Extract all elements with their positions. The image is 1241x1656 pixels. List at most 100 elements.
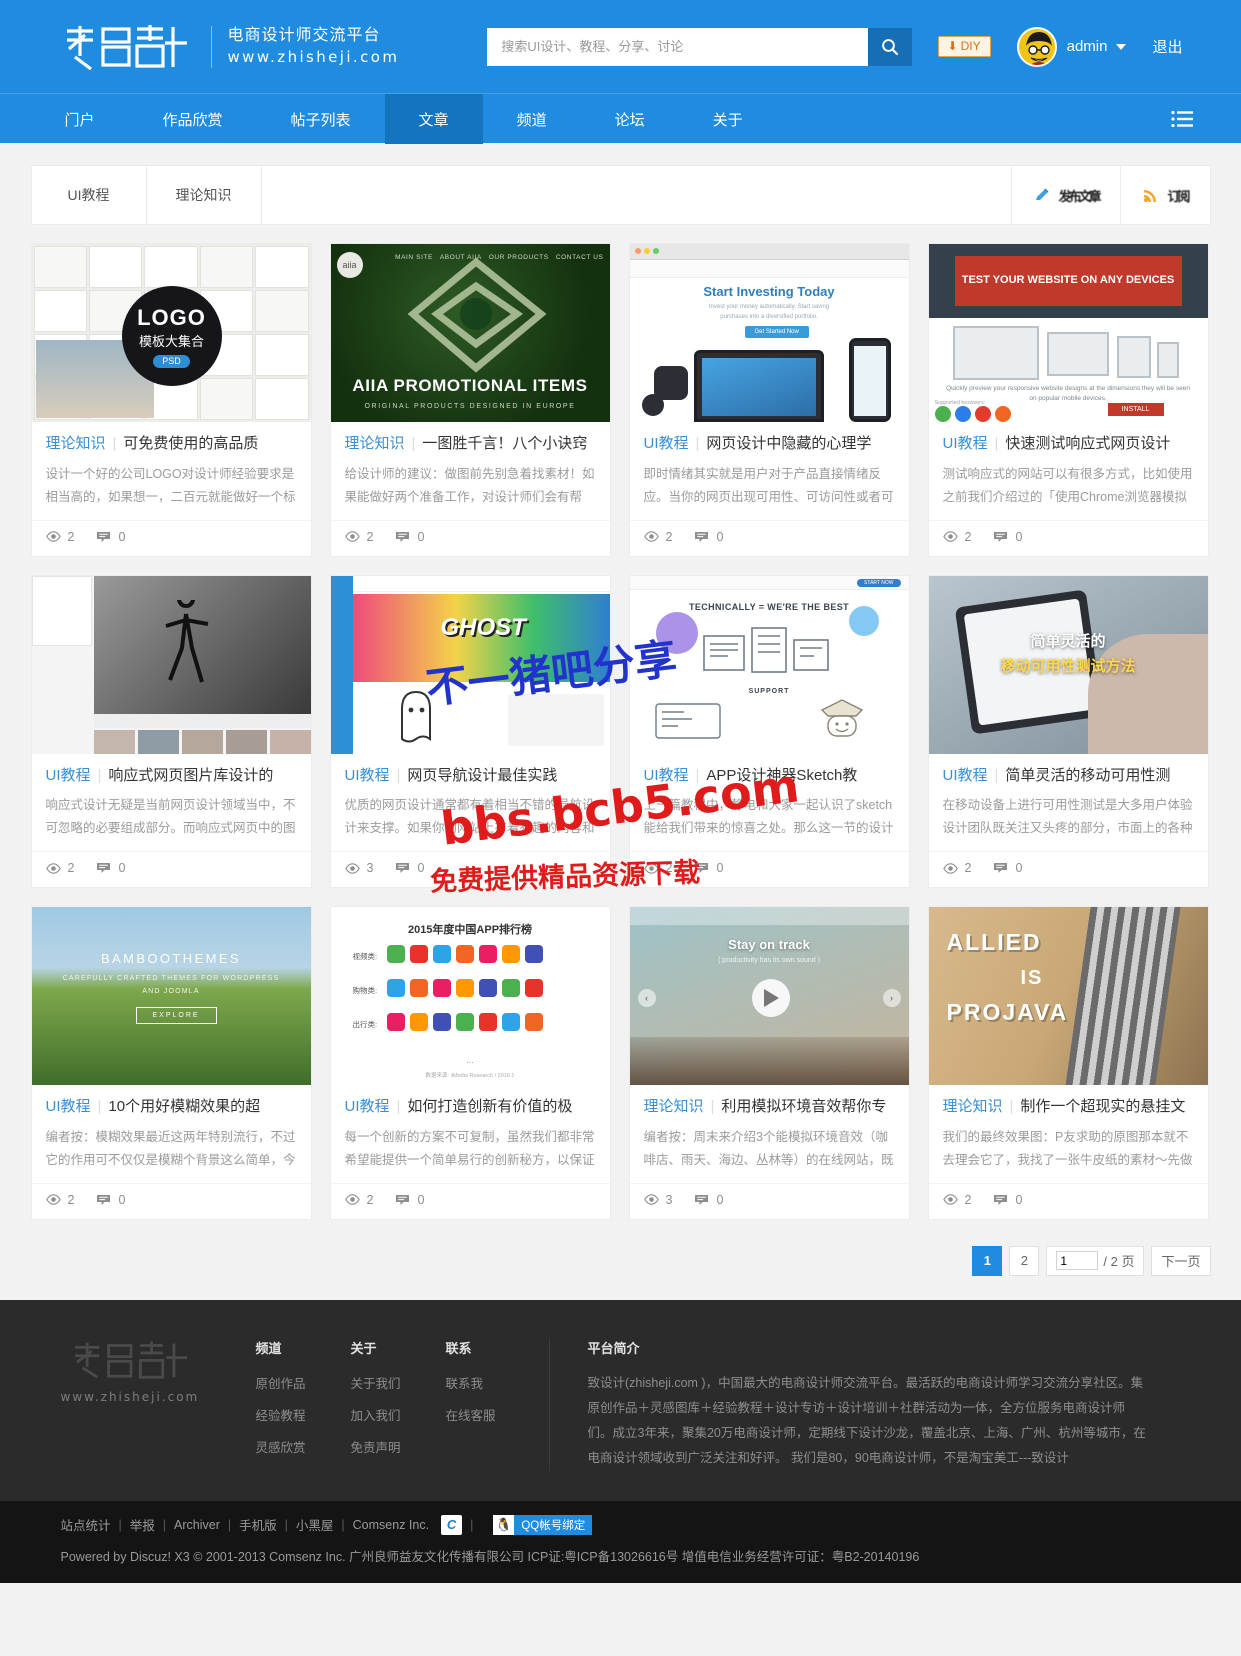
- search-box[interactable]: [487, 27, 913, 66]
- article-category[interactable]: 理论知识: [345, 434, 405, 454]
- article-card[interactable]: aiia MAIN SITE ABOUT AIIA OUR PRODUCTS C…: [329, 243, 611, 557]
- article-title[interactable]: 一图胜千言！八个小诀窍: [422, 434, 587, 454]
- diy-button[interactable]: ⬇ DIY: [937, 36, 991, 57]
- next-page-button[interactable]: 下一页: [1151, 1245, 1211, 1276]
- article-title-row[interactable]: 理论知识 | 利用模拟环境音效帮你专: [644, 1097, 895, 1117]
- nav-item-1[interactable]: 作品欣赏: [129, 94, 257, 144]
- article-category[interactable]: UI教程: [345, 1097, 390, 1117]
- article-category[interactable]: UI教程: [943, 766, 988, 786]
- list-menu-icon[interactable]: [1170, 94, 1211, 144]
- publish-article-button[interactable]: 发布文章: [1012, 166, 1122, 224]
- article-thumbnail[interactable]: 2015年度中国APP排行榜 视频类: 购物类: 出行类: ... 数据来源:: [330, 907, 610, 1085]
- footer-link[interactable]: 关于我们: [351, 1373, 446, 1392]
- footer-link[interactable]: 原创作品: [256, 1373, 351, 1392]
- article-title[interactable]: 快速测试响应式网页设计: [1005, 434, 1170, 454]
- cnzz-icon[interactable]: C: [441, 1514, 463, 1535]
- nav-item-0[interactable]: 门户: [31, 94, 129, 144]
- article-category[interactable]: 理论知识: [943, 1097, 1003, 1117]
- article-thumbnail[interactable]: 简单灵活的 移动可用性测试方法: [928, 575, 1208, 754]
- article-category[interactable]: 理论知识: [644, 1097, 704, 1117]
- article-title-row[interactable]: 理论知识 | 制作一个超现实的悬挂文: [943, 1097, 1194, 1117]
- nav-item-5[interactable]: 论坛: [581, 94, 679, 144]
- article-title[interactable]: 利用模拟环境音效帮你专: [721, 1097, 886, 1117]
- footer-link[interactable]: 加入我们: [351, 1405, 446, 1424]
- article-title-row[interactable]: UI教程 | 10个用好模糊效果的超: [46, 1097, 297, 1117]
- article-category[interactable]: UI教程: [46, 766, 91, 786]
- username-label[interactable]: admin: [1067, 38, 1108, 55]
- footer-link[interactable]: 在线客服: [446, 1405, 541, 1424]
- article-title[interactable]: 网页设计中隐藏的心理学: [706, 434, 871, 454]
- article-title[interactable]: 网页导航设计最佳实践: [407, 766, 557, 786]
- article-thumbnail[interactable]: aiia MAIN SITE ABOUT AIIA OUR PRODUCTS C…: [330, 244, 610, 422]
- page-jump-input[interactable]: [1056, 1251, 1099, 1270]
- article-title[interactable]: 10个用好模糊效果的超: [108, 1097, 260, 1117]
- tab-theory[interactable]: 理论知识: [147, 166, 262, 224]
- article-title-row[interactable]: UI教程 | 如何打造创新有价值的极: [345, 1097, 596, 1117]
- rss-subscribe-button[interactable]: 订阅: [1121, 166, 1209, 224]
- footer-bottom-link[interactable]: 手机版: [239, 1515, 277, 1534]
- nav-item-6[interactable]: 关于: [679, 94, 777, 144]
- footer-link[interactable]: 灵感欣赏: [256, 1437, 351, 1456]
- article-card[interactable]: TEST YOUR WEBSITE ON ANY DEVICES Quickly…: [927, 243, 1209, 557]
- footer-bottom-link[interactable]: Comsenz Inc.: [353, 1518, 429, 1532]
- avatar[interactable]: [1016, 26, 1057, 67]
- article-title[interactable]: 响应式网页图片库设计的: [108, 766, 273, 786]
- footer-link[interactable]: 经验教程: [256, 1405, 351, 1424]
- article-title-row[interactable]: 理论知识 | 一图胜千言！八个小诀窍: [345, 434, 596, 454]
- page-jump[interactable]: / 2 页: [1046, 1245, 1145, 1276]
- article-thumbnail[interactable]: ALLIED IS PROJAVA: [928, 907, 1208, 1085]
- article-title[interactable]: APP设计神器Sketch教: [706, 766, 857, 786]
- article-card[interactable]: Start Investing Today Invest your money …: [628, 243, 910, 557]
- search-button[interactable]: [868, 27, 913, 66]
- article-title-row[interactable]: 理论知识 | 可免费使用的高品质: [46, 434, 297, 454]
- article-title[interactable]: 可免费使用的高品质: [123, 434, 258, 454]
- article-category[interactable]: UI教程: [644, 434, 689, 454]
- article-card[interactable]: Stay on track ( productivity has its own…: [628, 906, 910, 1220]
- logout-link[interactable]: 退出: [1152, 36, 1182, 57]
- article-title-row[interactable]: UI教程 | 简单灵活的移动可用性测: [943, 766, 1194, 786]
- article-thumbnail[interactable]: START NOW TECHNICALLY = WE'RE THE BEST S…: [629, 575, 909, 754]
- article-card[interactable]: 简单灵活的 移动可用性测试方法 UI教程 | 简单灵活的移动可用性测 在移动设备…: [927, 574, 1209, 888]
- article-thumbnail[interactable]: [31, 575, 311, 754]
- article-title-row[interactable]: UI教程 | 响应式网页图片库设计的: [46, 766, 297, 786]
- article-card[interactable]: LOGO 模板大集合 PSD 理论知识 | 可免费使用的高品质 设计一个好的公司…: [30, 243, 312, 557]
- article-thumbnail[interactable]: GHOST: [330, 575, 610, 754]
- article-category[interactable]: 理论知识: [46, 434, 106, 454]
- search-input[interactable]: [487, 27, 869, 66]
- article-thumbnail[interactable]: Stay on track ( productivity has its own…: [629, 907, 909, 1085]
- article-category[interactable]: UI教程: [345, 766, 390, 786]
- footer-bottom-link[interactable]: Archiver: [174, 1518, 220, 1532]
- article-title-row[interactable]: UI教程 | 网页导航设计最佳实践: [345, 766, 596, 786]
- article-card[interactable]: UI教程 | 响应式网页图片库设计的 响应式设计无疑是当前网页设计领域当中，不可…: [30, 574, 312, 888]
- footer-link[interactable]: 联系我: [446, 1373, 541, 1392]
- article-card[interactable]: START NOW TECHNICALLY = WE'RE THE BEST S…: [628, 574, 910, 888]
- article-category[interactable]: UI教程: [943, 434, 988, 454]
- article-category[interactable]: UI教程: [46, 1097, 91, 1117]
- footer-bottom-link[interactable]: 小黑屋: [296, 1515, 334, 1534]
- nav-item-3[interactable]: 文章: [384, 94, 483, 144]
- article-card[interactable]: GHOST UI教程 | 网页导航设计最佳实践 优质的网页设计通常都有着相当不错…: [329, 574, 611, 888]
- footer-bottom-link[interactable]: 举报: [130, 1515, 155, 1534]
- nav-item-4[interactable]: 频道: [483, 94, 581, 144]
- nav-item-2[interactable]: 帖子列表: [257, 94, 385, 144]
- article-title[interactable]: 简单灵活的移动可用性测: [1005, 766, 1170, 786]
- qq-bind-button[interactable]: 🐧 QQ帐号绑定: [493, 1514, 593, 1535]
- site-logo[interactable]: 电商设计师交流平台 www.zhisheji.com: [31, 21, 400, 73]
- article-thumbnail[interactable]: TEST YOUR WEBSITE ON ANY DEVICES Quickly…: [928, 244, 1208, 422]
- article-title[interactable]: 制作一个超现实的悬挂文: [1020, 1097, 1185, 1117]
- footer-link[interactable]: 免责声明: [351, 1437, 446, 1456]
- article-title-row[interactable]: UI教程 | 网页设计中隐藏的心理学: [644, 434, 895, 454]
- article-thumbnail[interactable]: BAMBOOTHEMES CAREFULLY CRAFTED THEMES FO…: [31, 907, 311, 1085]
- article-title-row[interactable]: UI教程 | APP设计神器Sketch教: [644, 766, 895, 786]
- article-card[interactable]: 2015年度中国APP排行榜 视频类: 购物类: 出行类: ... 数据来源:: [329, 906, 611, 1220]
- page-2-button[interactable]: 2: [1009, 1245, 1040, 1276]
- article-thumbnail[interactable]: LOGO 模板大集合 PSD: [31, 244, 311, 422]
- article-category[interactable]: UI教程: [644, 766, 689, 786]
- article-thumbnail[interactable]: Start Investing Today Invest your money …: [629, 244, 909, 422]
- article-title[interactable]: 如何打造创新有价值的极: [407, 1097, 572, 1117]
- page-1-button[interactable]: 1: [972, 1245, 1003, 1276]
- article-card[interactable]: ALLIED IS PROJAVA 理论知识 | 制作一个超现实的悬挂文 我们的…: [927, 906, 1209, 1220]
- chevron-down-icon[interactable]: [1116, 43, 1127, 50]
- article-card[interactable]: BAMBOOTHEMES CAREFULLY CRAFTED THEMES FO…: [30, 906, 312, 1220]
- tab-ui-tutorial[interactable]: UI教程: [32, 166, 147, 224]
